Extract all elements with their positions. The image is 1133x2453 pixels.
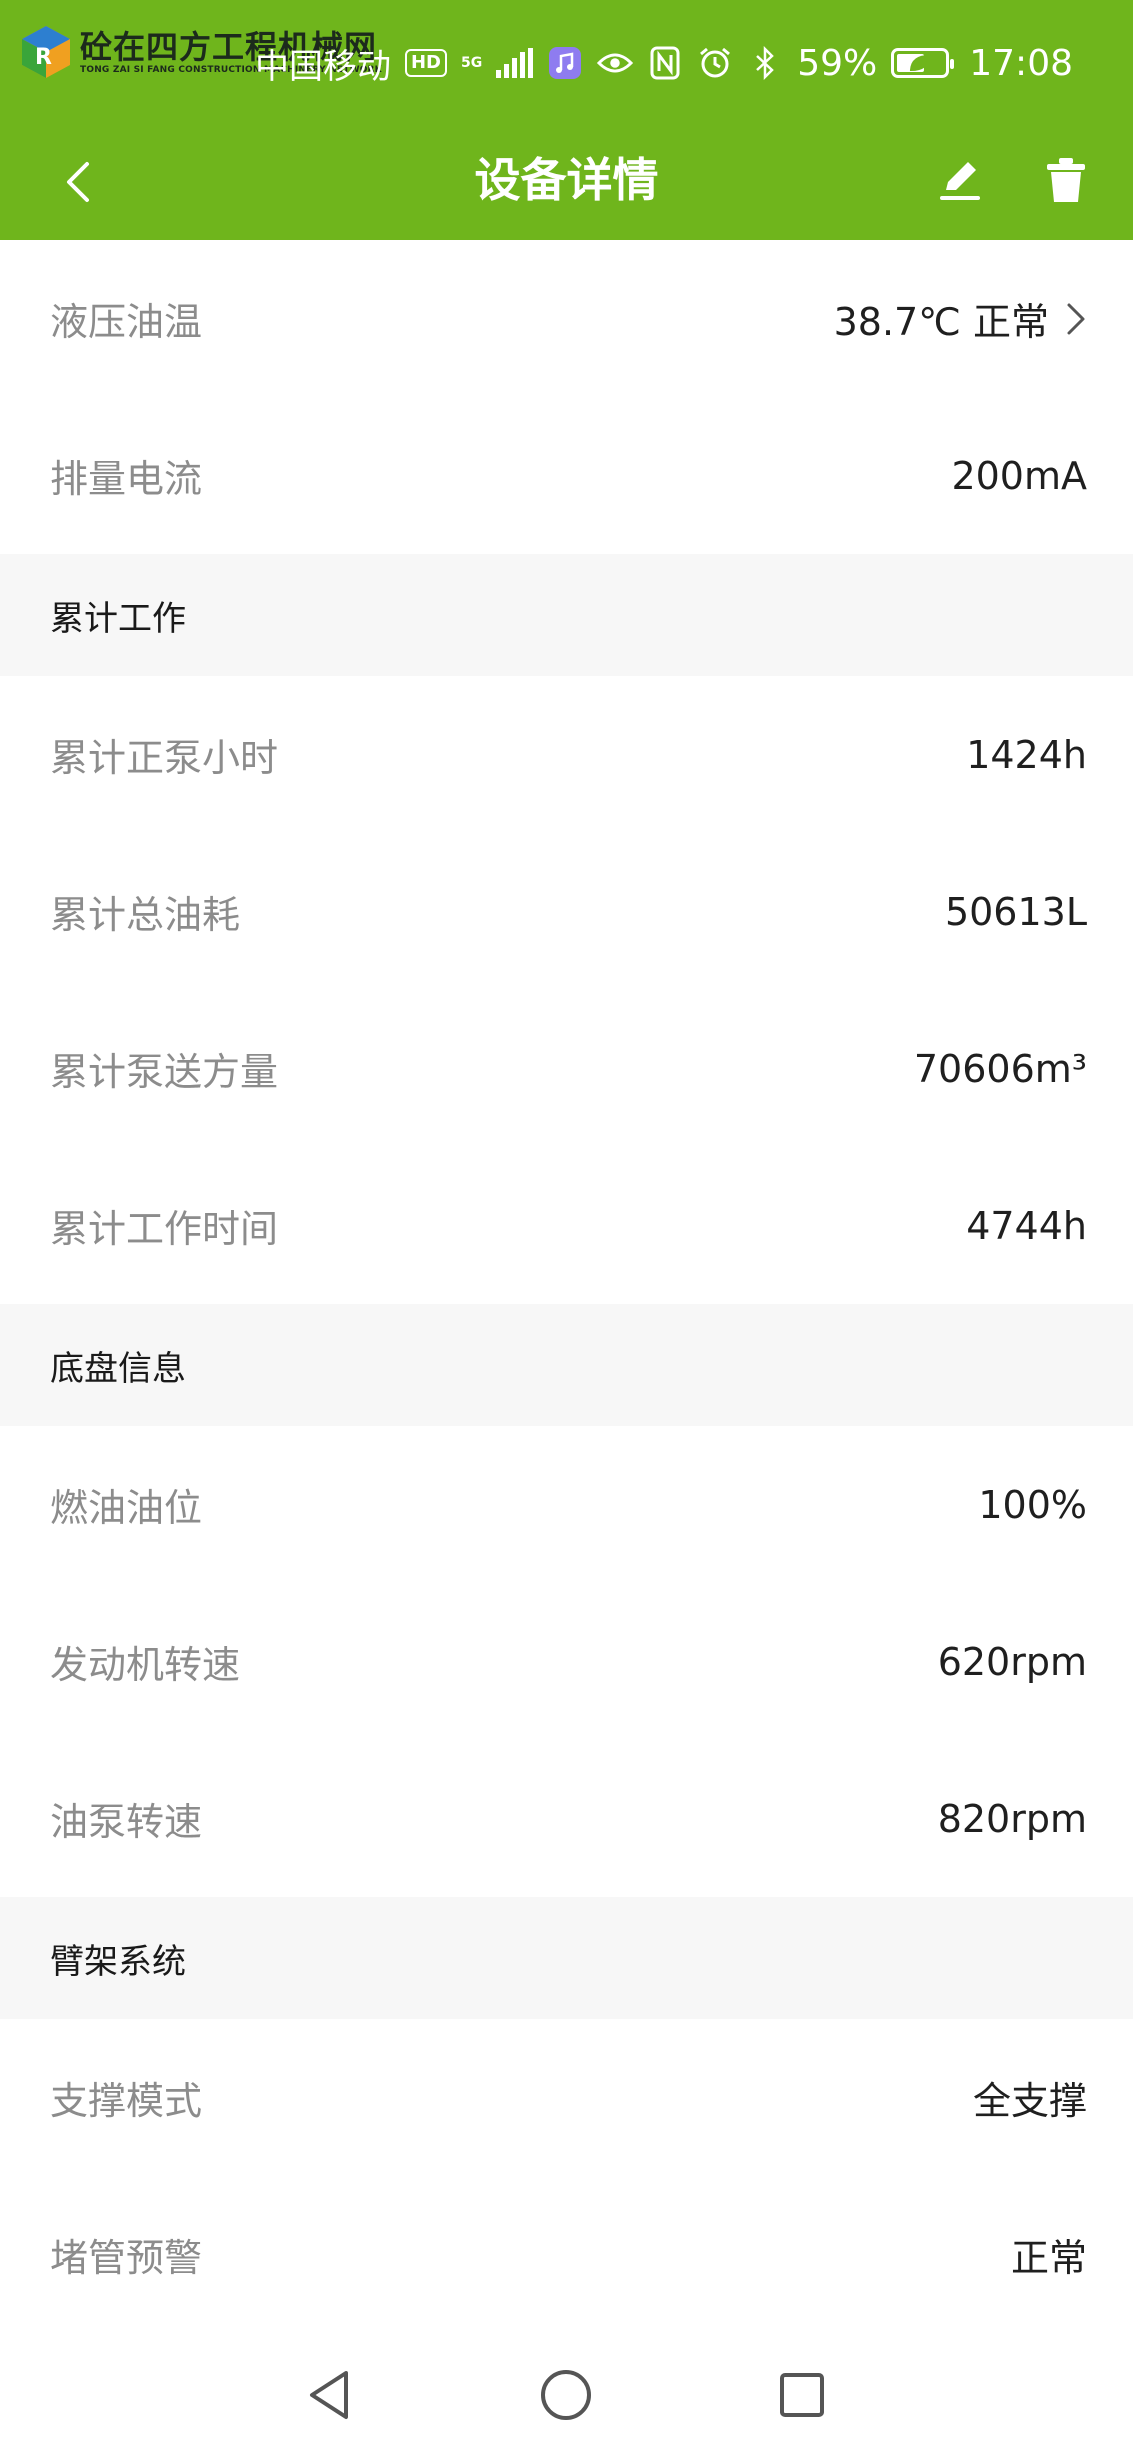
network-label: 5G — [461, 55, 483, 71]
carrier-name: 中国移动 — [254, 46, 391, 87]
app-header-area: R 砼在四方工程机械网 TONG ZAI SI FANG CONSTRUCTIO… — [0, 0, 1133, 240]
list-item: 发动机转速 620rpm — [0, 1583, 1133, 1740]
row-value: 70606m³ — [913, 1046, 1087, 1091]
nfc-icon — [647, 45, 683, 81]
status-indicators: 中国移动 HD 5G 59% 17:08 — [255, 38, 1073, 88]
row-value: 38.7℃ 正常 — [833, 300, 1049, 344]
leaf-icon — [910, 54, 931, 72]
row-value: 620rpm — [937, 1639, 1087, 1684]
list-item: 累计泵送方量 70606m³ — [0, 990, 1133, 1147]
row-label: 燃油油位 — [50, 1486, 203, 1530]
list-item: 支撑模式 全支撑 — [0, 2019, 1133, 2176]
title-bar: 设备详情 — [0, 130, 1133, 240]
row-label: 累计正泵小时 — [50, 736, 279, 780]
row-value-wrap: 38.7℃ 正常 — [834, 291, 1087, 346]
row-label: 液压油温 — [50, 300, 203, 344]
row-value: 50613L — [944, 889, 1087, 934]
row-label: 发动机转速 — [50, 1643, 241, 1687]
network-type: 5G — [461, 56, 482, 70]
svg-text:R: R — [35, 45, 52, 70]
system-navigation-bar — [0, 2333, 1133, 2453]
section-header-chassis: 底盘信息 — [0, 1304, 1133, 1426]
section-header-boom: 臂架系统 — [0, 1897, 1133, 2019]
row-value: 全支撑 — [972, 2079, 1087, 2123]
row-label: 堵管预警 — [50, 2236, 203, 2280]
row-label: 支撑模式 — [50, 2079, 203, 2123]
nav-home-button[interactable] — [534, 2363, 598, 2427]
nav-recents-button[interactable] — [770, 2363, 834, 2427]
edit-button[interactable] — [928, 148, 992, 212]
row-value: 4744h — [966, 1203, 1087, 1248]
nav-back-button[interactable] — [298, 2363, 362, 2427]
status-bar: R 砼在四方工程机械网 TONG ZAI SI FANG CONSTRUCTIO… — [0, 0, 1133, 130]
row-label: 排量电流 — [50, 457, 203, 501]
row-label: 累计泵送方量 — [50, 1050, 279, 1094]
row-value: 100% — [978, 1482, 1087, 1527]
battery-percent: 59% — [797, 42, 878, 84]
list-item: 燃油油位 100% — [0, 1426, 1133, 1583]
trash-icon — [1047, 158, 1085, 202]
home-circle-icon — [541, 2370, 591, 2420]
row-value: 820rpm — [937, 1796, 1087, 1841]
list-item: 堵管预警 正常 — [0, 2176, 1133, 2333]
list-item-hydraulic-oil-temp[interactable]: 液压油温 38.7℃ 正常 — [0, 240, 1133, 397]
back-triangle-icon — [310, 2371, 348, 2419]
row-label: 累计总油耗 — [50, 893, 241, 937]
music-app-icon — [547, 45, 583, 81]
list-item: 累计总油耗 50613L — [0, 833, 1133, 990]
list-item: 累计正泵小时 1424h — [0, 676, 1133, 833]
detail-list: 液压油温 38.7℃ 正常 排量电流 200mA 累计工作 累计正泵小时 142… — [0, 240, 1133, 2333]
alarm-icon — [697, 45, 733, 81]
row-value: 200mA — [951, 453, 1087, 498]
watermark-logo-icon: R — [18, 24, 74, 80]
row-value: 1424h — [966, 732, 1087, 777]
row-label: 累计工作时间 — [50, 1207, 279, 1251]
list-item: 累计工作时间 4744h — [0, 1147, 1133, 1304]
chevron-right-icon — [1065, 301, 1087, 337]
list-item-displacement-current: 排量电流 200mA — [0, 397, 1133, 554]
hd-badge: HD — [404, 49, 447, 77]
bluetooth-icon — [747, 45, 783, 81]
recents-square-icon — [780, 2373, 824, 2417]
pencil-icon — [940, 162, 980, 200]
signal-bars-icon — [496, 48, 534, 78]
row-value: 正常 — [1010, 2236, 1087, 2280]
status-time: 17:08 — [969, 42, 1073, 84]
section-header-cumulative: 累计工作 — [0, 554, 1133, 676]
eye-icon — [597, 45, 634, 81]
battery-icon — [891, 48, 955, 78]
row-label: 油泵转速 — [50, 1800, 203, 1844]
delete-button[interactable] — [1034, 148, 1098, 212]
list-item: 油泵转速 820rpm — [0, 1740, 1133, 1897]
